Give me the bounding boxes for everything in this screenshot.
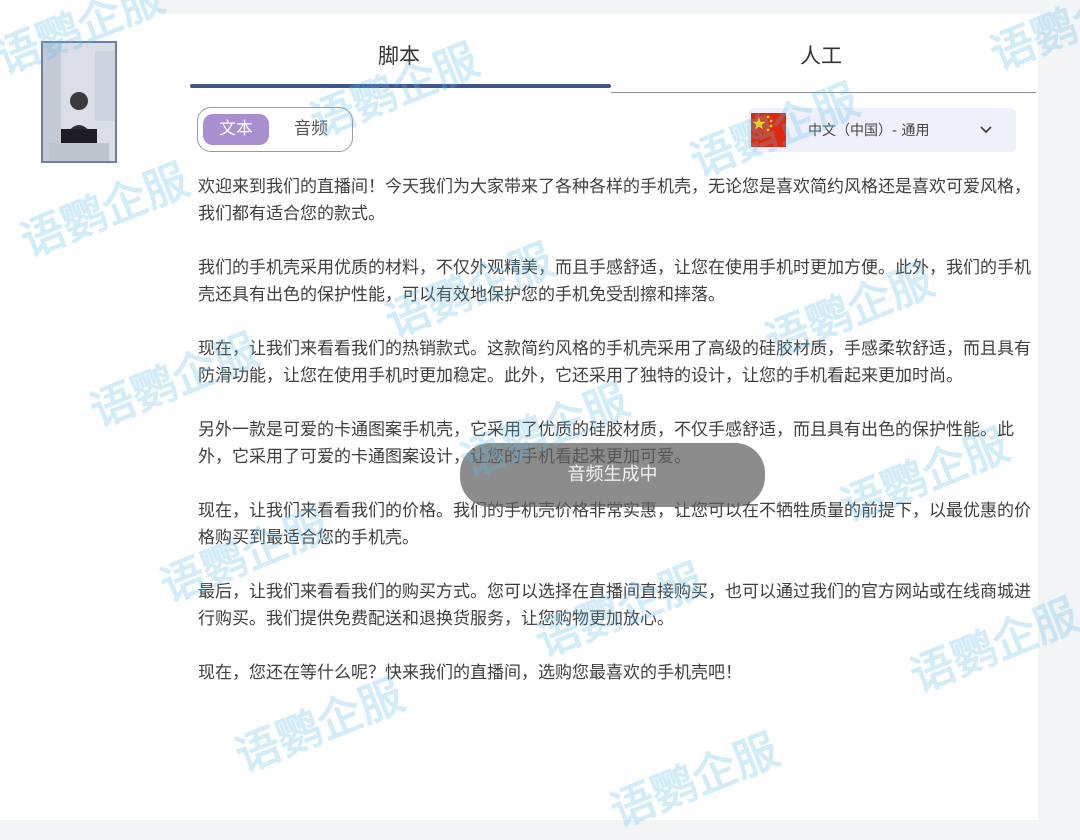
- script-paragraph: 欢迎来到我们的直播间！今天我们为大家带来了各种各样的手机壳，无论您是喜欢简约风格…: [198, 177, 1031, 224]
- script-paragraph: 现在，让我们来看看我们的热销款式。这款简约风格的手机壳采用了高级的硅胶材质，手感…: [198, 339, 1031, 386]
- language-select[interactable]: 中文（中国）- 通用: [748, 108, 1016, 152]
- presenter-thumbnail[interactable]: [41, 41, 117, 163]
- text-audio-toggle: 文本 音频: [197, 107, 353, 152]
- main-panel: 脚本 人工 文本 音频 中文（中国）- 通用 欢迎来到我们的直播间！今天我们为大…: [158, 14, 1038, 820]
- script-paragraph: 现在，您还在等什么呢？快来我们的直播间，选购您最喜欢的手机壳吧！: [198, 663, 742, 683]
- text-mode-option[interactable]: 文本: [203, 114, 269, 145]
- tab-human[interactable]: 人工: [800, 40, 842, 70]
- script-paragraph: 我们的手机壳采用优质的材料，不仅外观精美，而且手感舒适，让您在使用手机时更加方便…: [198, 258, 1031, 305]
- language-label: 中文（中国）- 通用: [808, 123, 930, 139]
- tab-divider: [611, 92, 1036, 93]
- tab-script[interactable]: 脚本: [378, 40, 420, 70]
- audio-mode-option[interactable]: 音频: [278, 114, 344, 145]
- active-tab-indicator: [190, 84, 611, 88]
- script-paragraph: 最后，让我们来看看我们的购买方式。您可以选择在直播间直接购买，也可以通过我们的官…: [198, 582, 1031, 629]
- china-flag-icon: [751, 113, 786, 147]
- chevron-down-icon: [979, 122, 993, 141]
- status-toast: 音频生成中: [460, 443, 765, 507]
- left-panel: [0, 0, 158, 820]
- tab-bar: 脚本 人工: [190, 14, 1036, 96]
